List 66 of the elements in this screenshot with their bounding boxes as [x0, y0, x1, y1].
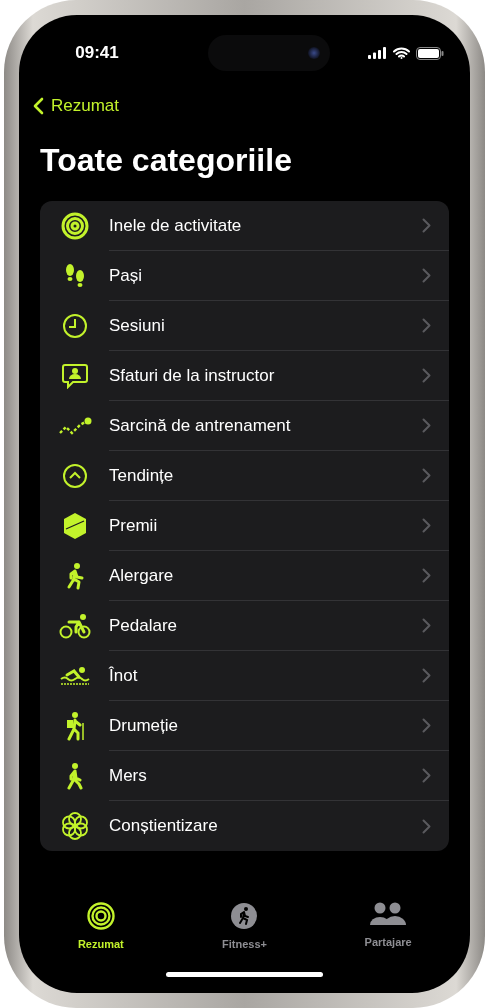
tab-label: Rezumat [77, 938, 124, 950]
category-row[interactable]: Inele de activitate [40, 201, 449, 251]
people-icon [369, 902, 408, 928]
tab-label: Fitness+ [222, 938, 267, 950]
category-label: Pași [109, 265, 143, 286]
battery-icon [416, 46, 444, 60]
tab[interactable]: Partajare [333, 902, 444, 950]
trend-line-icon [57, 417, 92, 435]
category-row[interactable]: Mers [40, 751, 449, 801]
category-row[interactable]: Sfaturi de la instructor [40, 351, 449, 401]
speech-bubble-person-icon [60, 363, 89, 389]
category-row[interactable]: Sesiuni [40, 301, 449, 351]
category-row[interactable]: Pași [40, 251, 449, 301]
category-row[interactable]: Înot [40, 651, 449, 701]
category-label: Sfaturi de la instructor [109, 365, 275, 386]
back-link[interactable]: Rezumat [33, 95, 470, 117]
chevron-up-circle-icon [61, 463, 88, 489]
category-label: Inele de activitate [109, 215, 242, 236]
clock-icon [61, 313, 88, 339]
category-row[interactable]: Conștientizare [40, 801, 449, 851]
chevron-right-icon [422, 818, 431, 834]
category-row[interactable]: Tendințe [40, 451, 449, 501]
back-label: Rezumat [51, 96, 120, 116]
category-label: Premii [109, 515, 158, 536]
category-label: Pedalare [109, 615, 178, 636]
chevron-right-icon [422, 668, 431, 683]
flower-icon [59, 811, 90, 841]
page-title: Toate categoriile [40, 141, 293, 180]
activity-rings-icon [60, 212, 89, 240]
chevron-right-icon [422, 518, 431, 533]
camera-icon [308, 47, 320, 59]
category-row[interactable]: Sarcină de antrenament [40, 401, 449, 451]
category-label: Sesiuni [109, 315, 165, 336]
category-label: Înot [109, 665, 138, 686]
hexagon-icon [61, 512, 88, 540]
wifi-icon [393, 47, 410, 59]
tab-label: Partajare [364, 936, 412, 948]
category-row[interactable]: Premii [40, 501, 449, 551]
runner-circle-icon [230, 902, 259, 930]
category-row[interactable]: Drumeție [40, 701, 449, 751]
category-label: Conștientizare [109, 816, 218, 836]
activity-rings-icon [86, 902, 115, 930]
chevron-right-icon [422, 618, 431, 633]
chevron-right-icon [422, 268, 431, 283]
category-label: Tendințe [109, 465, 174, 486]
chevron-right-icon [422, 418, 431, 433]
chevron-right-icon [422, 218, 431, 233]
chevron-right-icon [422, 768, 431, 783]
category-row[interactable]: Alergare [40, 551, 449, 601]
status-time: 09:41 [74, 43, 120, 63]
swimmer-icon [58, 665, 91, 687]
chevron-right-icon [422, 368, 431, 383]
cyclist-icon [58, 613, 91, 639]
chevron-right-icon [422, 568, 431, 583]
tab[interactable]: Fitness+ [189, 902, 300, 950]
category-label: Sarcină de antrenament [109, 415, 291, 436]
signal-icon [368, 47, 387, 59]
chevron-right-icon [422, 718, 431, 733]
tab[interactable]: Rezumat [45, 902, 156, 950]
chevron-left-icon [33, 97, 44, 115]
category-label: Alergare [109, 565, 174, 586]
category-label: Drumeție [109, 715, 178, 736]
category-label: Mers [109, 765, 147, 786]
category-row[interactable]: Pedalare [40, 601, 449, 651]
chevron-right-icon [422, 468, 431, 483]
chevron-right-icon [422, 318, 431, 333]
